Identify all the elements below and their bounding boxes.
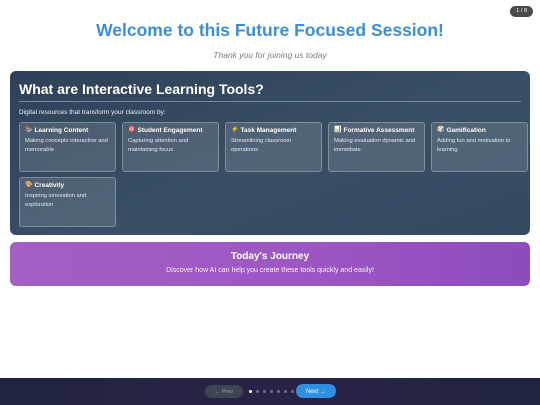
tool-title: Task Management bbox=[240, 127, 297, 134]
next-button[interactable]: Next → bbox=[296, 384, 336, 398]
tool-description: Capturing attention and maintaining focu… bbox=[128, 137, 189, 153]
slide-dots bbox=[249, 390, 301, 393]
slide-dot-2[interactable] bbox=[256, 390, 259, 393]
card-heading: What are Interactive Learning Tools? bbox=[19, 81, 264, 97]
page-subtitle: Thank you for joining us today bbox=[213, 50, 327, 60]
tool-description: Making concepts interactive and memorabl… bbox=[25, 137, 108, 153]
tool-description: Streamlining classroom operations bbox=[231, 137, 292, 153]
tool-card-learning-content: 📚 Learning Content Making concepts intera… bbox=[19, 122, 116, 172]
slide-dot-6[interactable] bbox=[284, 390, 287, 393]
journey-title: Today's Journey bbox=[230, 251, 310, 262]
journey-text: Discover how AI can help you create thes… bbox=[166, 267, 374, 274]
slide-dot-5[interactable] bbox=[277, 390, 280, 393]
tool-title: Learning Content bbox=[34, 127, 89, 134]
tool-card-gamification: 🎲 Gamification Adding fun and motivation … bbox=[431, 122, 528, 172]
page-title: Welcome to this Future Focused Session! bbox=[96, 20, 444, 40]
tool-title: Gamification bbox=[446, 127, 486, 134]
slide-navigation-bar: ← Prev Next → bbox=[0, 378, 540, 405]
dice-icon: 🎲 bbox=[437, 127, 445, 133]
tools-grid: 📚 Learning Content Making concepts intera… bbox=[19, 122, 528, 227]
card-intro: Digital resources that transform your cl… bbox=[19, 109, 166, 116]
tool-title: Creativity bbox=[34, 182, 65, 189]
bar-chart-icon: 📊 bbox=[334, 127, 342, 133]
slide-dot-4[interactable] bbox=[270, 390, 273, 393]
tool-card-student-engagement: 🎯 Student Engagement Capturing attention … bbox=[122, 122, 219, 172]
tool-description: Inspiring innovation and exploration bbox=[25, 192, 87, 208]
tool-card-creativity: 🎨 Creativity Inspiring innovation and exp… bbox=[19, 177, 116, 227]
interactive-tools-card: What are Interactive Learning Tools? Dig… bbox=[10, 71, 530, 235]
slide-counter: 1 / 8 bbox=[510, 6, 533, 17]
slide-dot-1[interactable] bbox=[249, 390, 252, 393]
tool-title: Formative Assessment bbox=[343, 127, 415, 134]
tool-description: Adding fun and motivation to learning bbox=[437, 137, 511, 153]
tool-title: Student Engagement bbox=[137, 127, 203, 134]
slide-dot-7[interactable] bbox=[291, 390, 294, 393]
tool-description: Making evaluation dynamic and immediate bbox=[334, 137, 416, 153]
prev-button[interactable]: ← Prev bbox=[205, 385, 243, 398]
journey-banner: Today's Journey Discover how AI can help… bbox=[10, 242, 530, 286]
tool-card-task-management: ⚡ Task Management Streamlining classroom … bbox=[225, 122, 322, 172]
heading-divider bbox=[19, 101, 521, 102]
books-icon: 📚 bbox=[25, 127, 33, 133]
palette-icon: 🎨 bbox=[25, 182, 33, 188]
target-icon: 🎯 bbox=[128, 127, 136, 133]
lightning-icon: ⚡ bbox=[231, 127, 239, 133]
tool-card-formative-assessment: 📊 Formative Assessment Making evaluation … bbox=[328, 122, 425, 172]
slide-dot-3[interactable] bbox=[263, 390, 266, 393]
